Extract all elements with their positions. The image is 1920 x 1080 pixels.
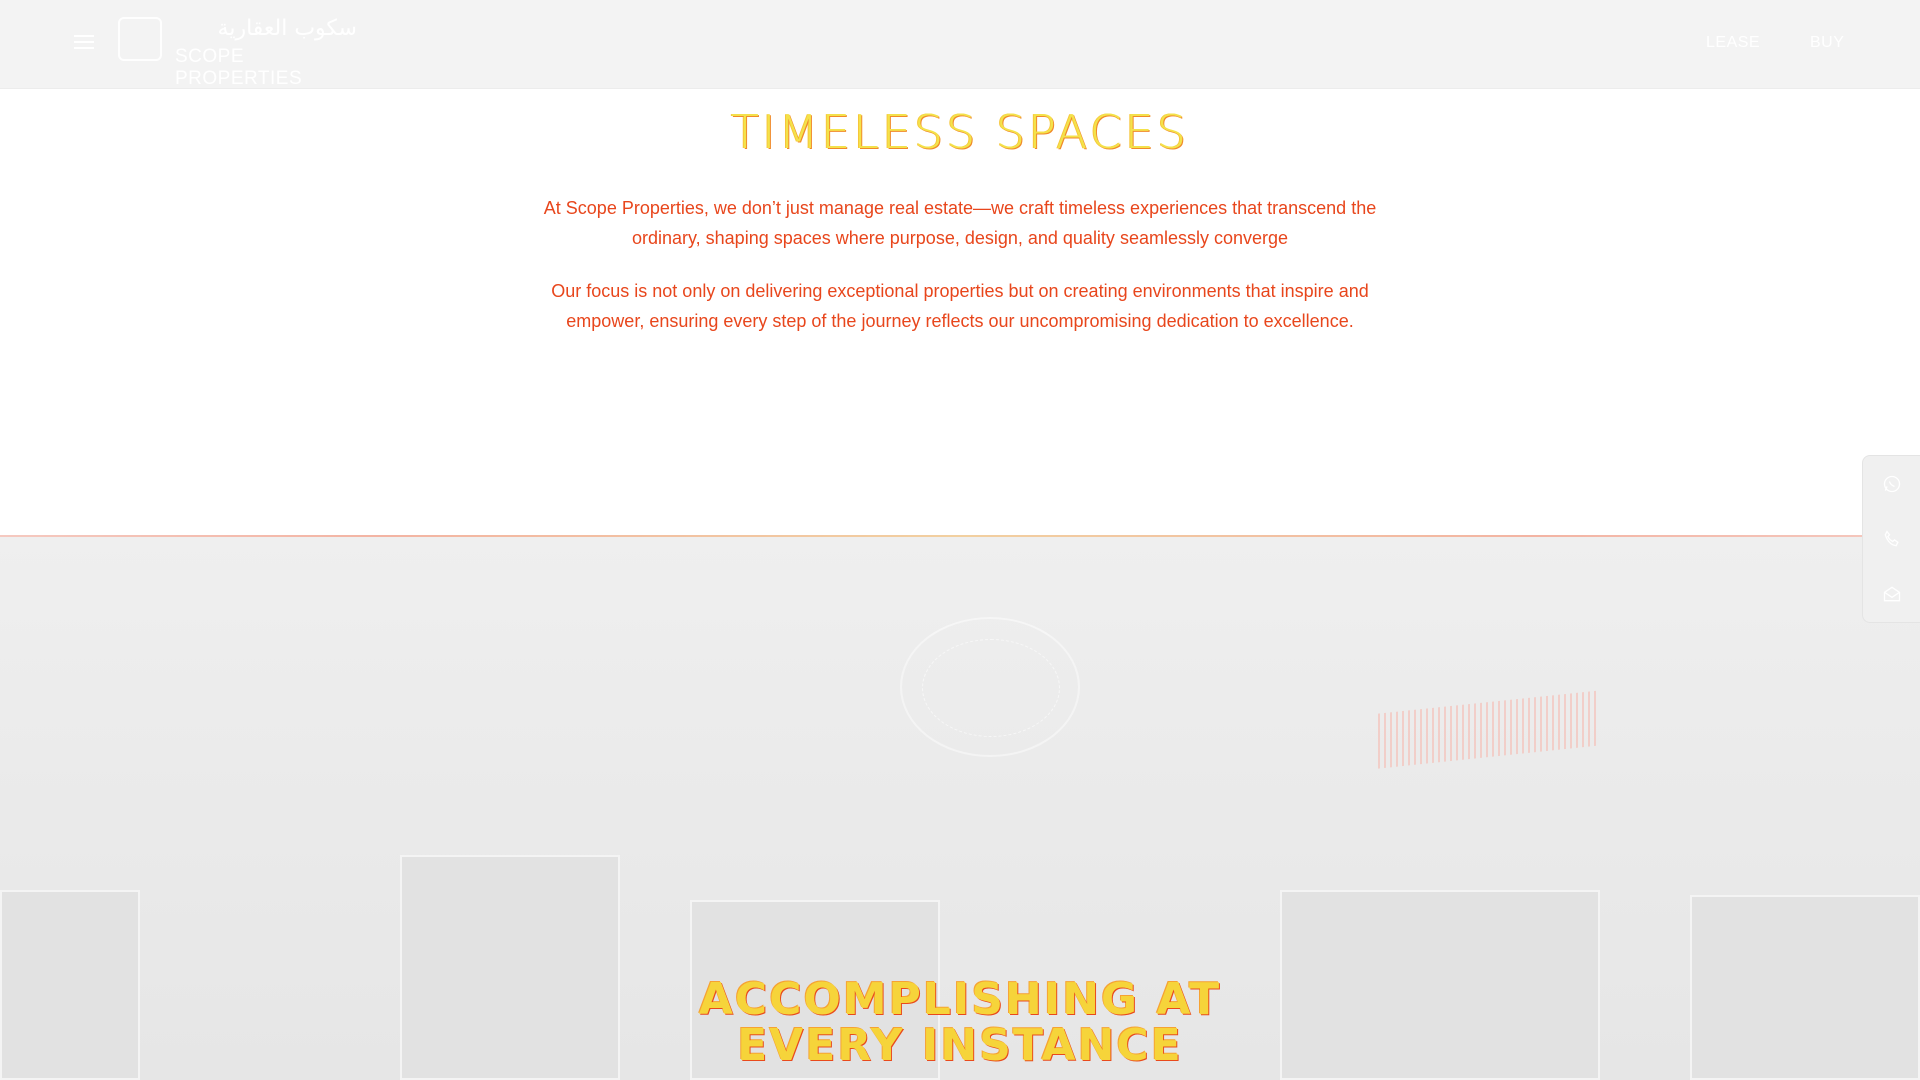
nav-link-buy[interactable]: BUY	[1810, 34, 1844, 52]
logo-mark-icon[interactable]	[118, 17, 162, 61]
nav-link-lease[interactable]: LEASE	[1706, 34, 1760, 52]
mail-icon[interactable]	[1880, 582, 1904, 606]
whatsapp-icon[interactable]	[1880, 472, 1904, 496]
intro-section: TIMELESS SPACES At Scope Properties, we …	[0, 89, 1920, 535]
logo-arabic-text[interactable]: سكوب العقارية	[175, 16, 357, 41]
logo-english-text[interactable]: SCOPE PROPERTIES	[175, 46, 357, 90]
section-title: TIMELESS SPACES	[730, 105, 1190, 159]
hero-title-line: ACCOMPLISHING AT	[698, 974, 1222, 1025]
hamburger-menu-icon[interactable]	[74, 32, 96, 52]
hero-section: ACCOMPLISHING AT EVERY INSTANCE	[0, 537, 1920, 1080]
site-header: سكوب العقارية SCOPE PROPERTIES LEASE BUY	[0, 0, 1920, 89]
wall-light-image	[1378, 690, 1600, 769]
hero-title-line: EVERY INSTANCE	[737, 1020, 1183, 1071]
phone-icon[interactable]	[1880, 527, 1904, 551]
chandelier-image	[900, 617, 1080, 757]
hero-title: ACCOMPLISHING AT EVERY INSTANCE	[0, 977, 1920, 1069]
intro-paragraph: Our focus is not only on delivering exce…	[551, 281, 1369, 331]
contact-sidebar	[1862, 455, 1920, 623]
intro-paragraph: At Scope Properties, we don’t just manag…	[543, 198, 1377, 248]
